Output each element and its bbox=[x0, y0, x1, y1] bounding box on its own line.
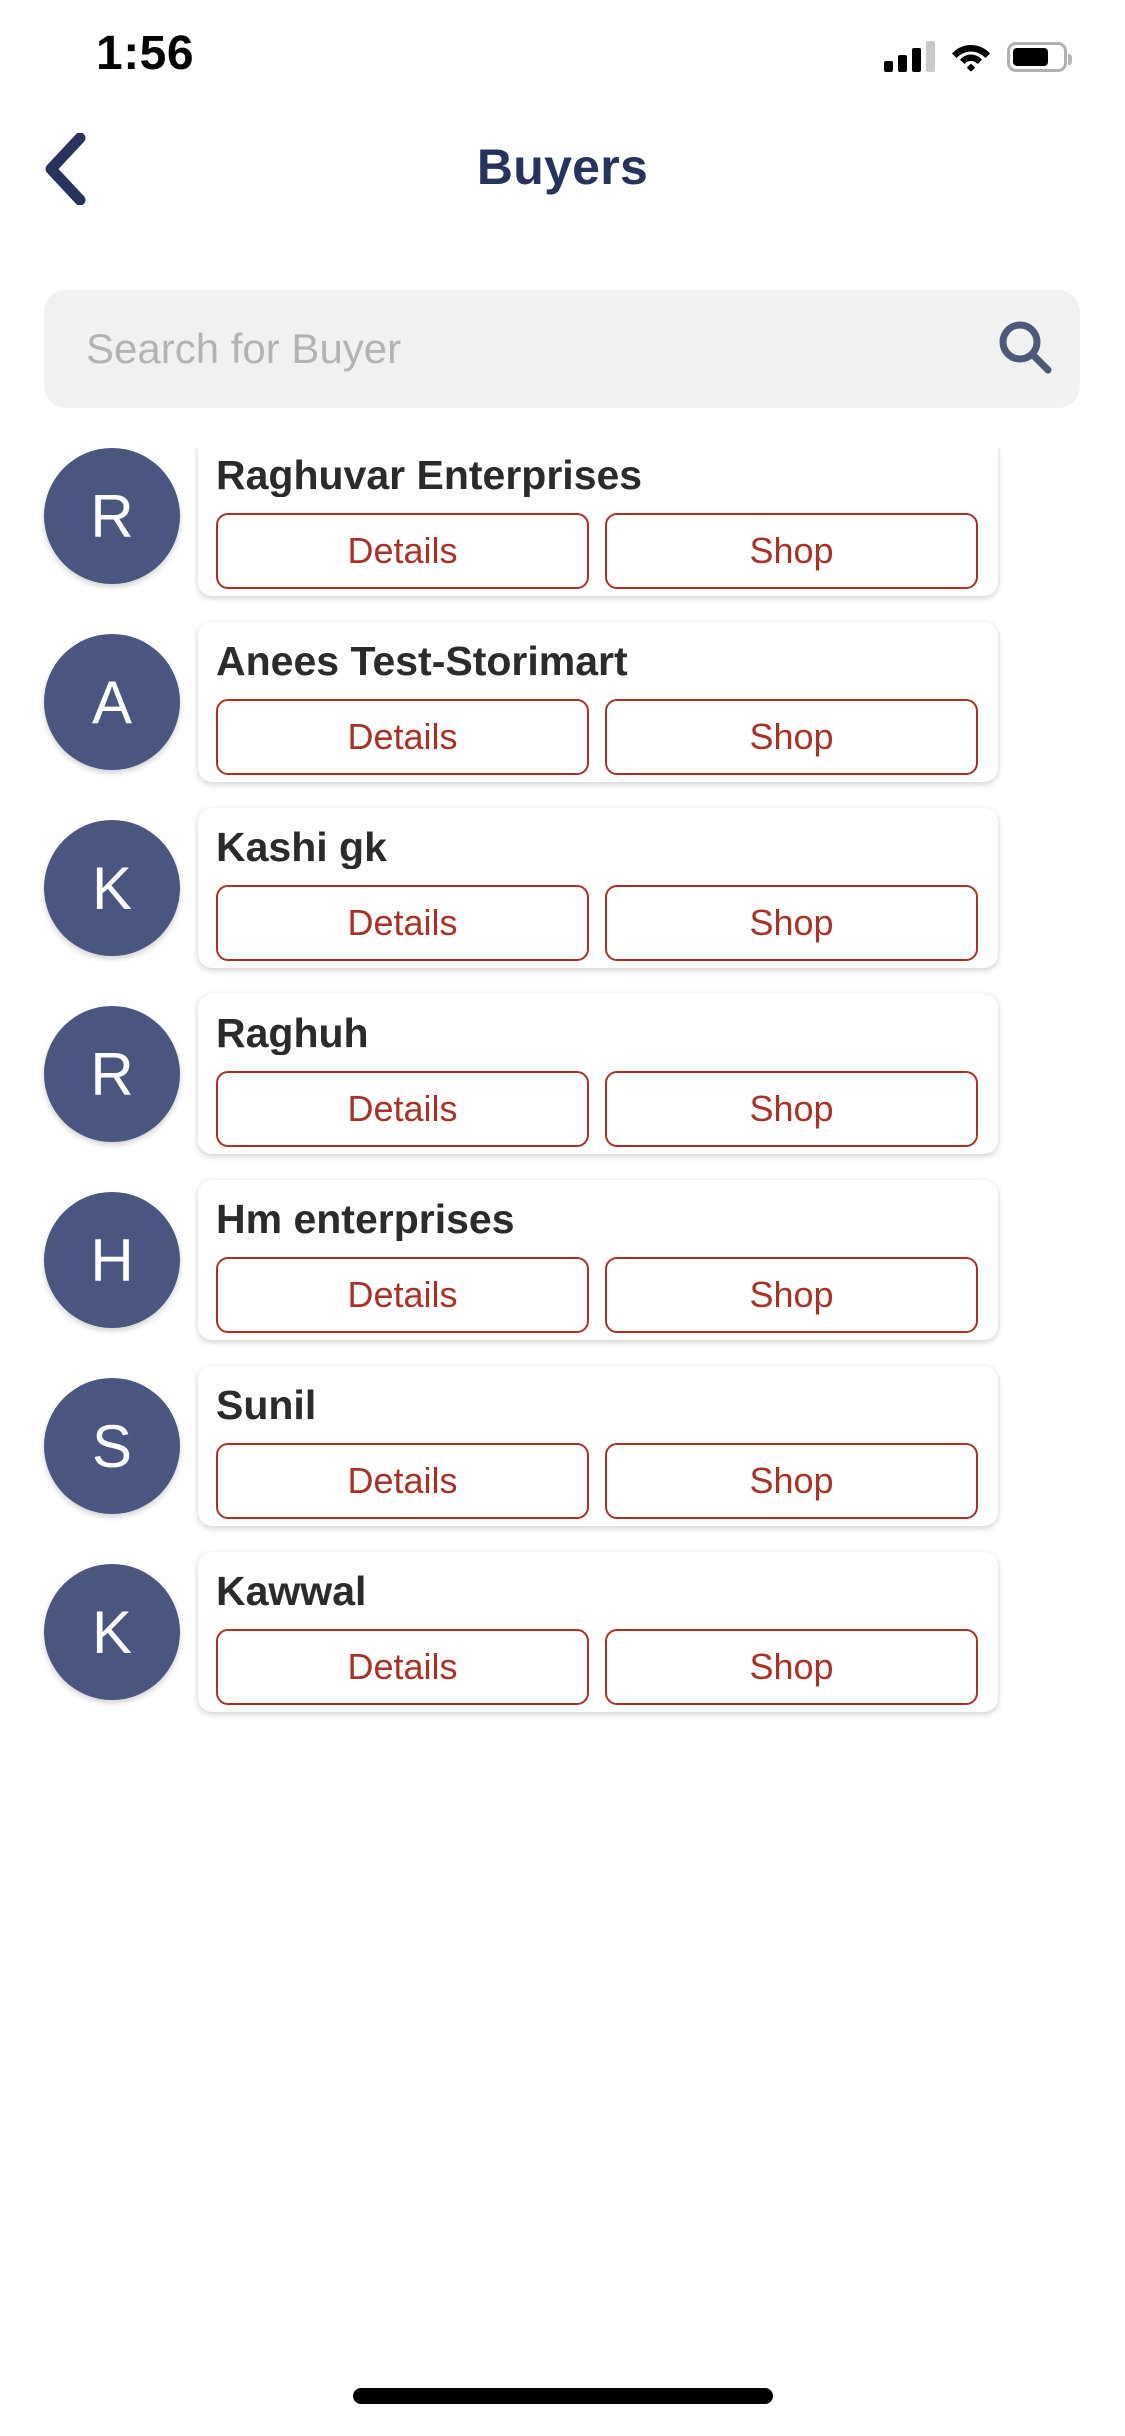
avatar-initial: R bbox=[90, 1040, 134, 1108]
avatar: K bbox=[44, 1564, 180, 1700]
buyer-card[interactable]: Kashi gk Details Shop bbox=[198, 808, 998, 968]
buyer-row: R Raghuh Details Shop bbox=[0, 994, 1125, 1192]
buyer-name: Raghuvar Enterprises bbox=[216, 454, 643, 498]
status-time: 1:56 bbox=[96, 27, 195, 80]
status-bar: 1:56 bbox=[0, 0, 1125, 110]
avatar: R bbox=[44, 448, 180, 584]
search-bar[interactable] bbox=[44, 290, 1080, 408]
search-icon bbox=[994, 316, 1056, 383]
card-actions: Details Shop bbox=[216, 513, 978, 590]
buyer-row: R Raghuvar Enterprises Details Shop bbox=[0, 448, 1125, 634]
buyer-name: Kashi gk bbox=[216, 826, 387, 870]
details-button[interactable]: Details bbox=[216, 885, 589, 962]
buyer-card[interactable]: Sunil Details Shop bbox=[198, 1366, 998, 1526]
details-button[interactable]: Details bbox=[216, 513, 589, 590]
avatar-initial: S bbox=[91, 1412, 133, 1480]
buyer-card[interactable]: Kawwal Details Shop bbox=[198, 1552, 998, 1712]
buyer-name: Sunil bbox=[216, 1384, 317, 1428]
buyer-row: A Anees Test-Storimart Details Shop bbox=[0, 622, 1125, 820]
card-actions: Details Shop bbox=[216, 1443, 978, 1520]
navigation-bar: Buyers bbox=[0, 110, 1125, 228]
buyer-row: K Kashi gk Details Shop bbox=[0, 808, 1125, 1006]
wifi-icon bbox=[951, 40, 991, 72]
battery-icon bbox=[1007, 42, 1072, 72]
card-actions: Details Shop bbox=[216, 1257, 978, 1334]
details-button[interactable]: Details bbox=[216, 1257, 589, 1334]
shop-button[interactable]: Shop bbox=[605, 513, 978, 590]
buyer-card[interactable]: Hm enterprises Details Shop bbox=[198, 1180, 998, 1340]
buyer-card[interactable]: Raghuh Details Shop bbox=[198, 994, 998, 1154]
buyers-list[interactable]: R Raghuvar Enterprises Details Shop A Anees T… bbox=[0, 448, 1125, 2308]
buyer-name: Raghuh bbox=[216, 1012, 369, 1056]
home-indicator[interactable] bbox=[352, 2388, 773, 2404]
avatar-initial: A bbox=[91, 668, 133, 736]
search-button[interactable] bbox=[970, 290, 1080, 408]
page-title: Buyers bbox=[476, 139, 649, 195]
avatar-initial: R bbox=[90, 482, 134, 550]
buyer-card[interactable]: Anees Test-Storimart Details Shop bbox=[198, 622, 998, 782]
details-button[interactable]: Details bbox=[216, 1443, 589, 1520]
cellular-signal-icon bbox=[884, 40, 935, 72]
search-input[interactable] bbox=[44, 325, 970, 373]
buyer-card[interactable]: Raghuvar Enterprises Details Shop bbox=[198, 448, 998, 596]
avatar: A bbox=[44, 634, 180, 770]
buyer-name: Hm enterprises bbox=[216, 1198, 515, 1242]
details-button[interactable]: Details bbox=[216, 699, 589, 776]
shop-button[interactable]: Shop bbox=[605, 1443, 978, 1520]
buyer-row: K Kawwal Details Shop bbox=[0, 1552, 1125, 1750]
buyer-row: S Sunil Details Shop bbox=[0, 1366, 1125, 1564]
details-button[interactable]: Details bbox=[216, 1629, 589, 1706]
avatar: R bbox=[44, 1006, 180, 1142]
avatar: S bbox=[44, 1378, 180, 1514]
status-indicators bbox=[884, 30, 1072, 72]
avatar-initial: K bbox=[91, 854, 133, 922]
avatar-initial: H bbox=[90, 1226, 134, 1294]
shop-button[interactable]: Shop bbox=[605, 1257, 978, 1334]
avatar-initial: K bbox=[91, 1598, 133, 1666]
details-button[interactable]: Details bbox=[216, 1071, 589, 1148]
buyer-name: Kawwal bbox=[216, 1570, 367, 1614]
avatar: H bbox=[44, 1192, 180, 1328]
shop-button[interactable]: Shop bbox=[605, 885, 978, 962]
avatar: K bbox=[44, 820, 180, 956]
shop-button[interactable]: Shop bbox=[605, 699, 978, 776]
card-actions: Details Shop bbox=[216, 699, 978, 776]
buyer-name: Anees Test-Storimart bbox=[216, 640, 628, 684]
card-actions: Details Shop bbox=[216, 1629, 978, 1706]
buyer-row: H Hm enterprises Details Shop bbox=[0, 1180, 1125, 1378]
shop-button[interactable]: Shop bbox=[605, 1071, 978, 1148]
shop-button[interactable]: Shop bbox=[605, 1629, 978, 1706]
card-actions: Details Shop bbox=[216, 885, 978, 962]
phone-screen: 1:56 Buyers Search for Buyer R Raghuvar … bbox=[0, 0, 1125, 2436]
card-actions: Details Shop bbox=[216, 1071, 978, 1148]
